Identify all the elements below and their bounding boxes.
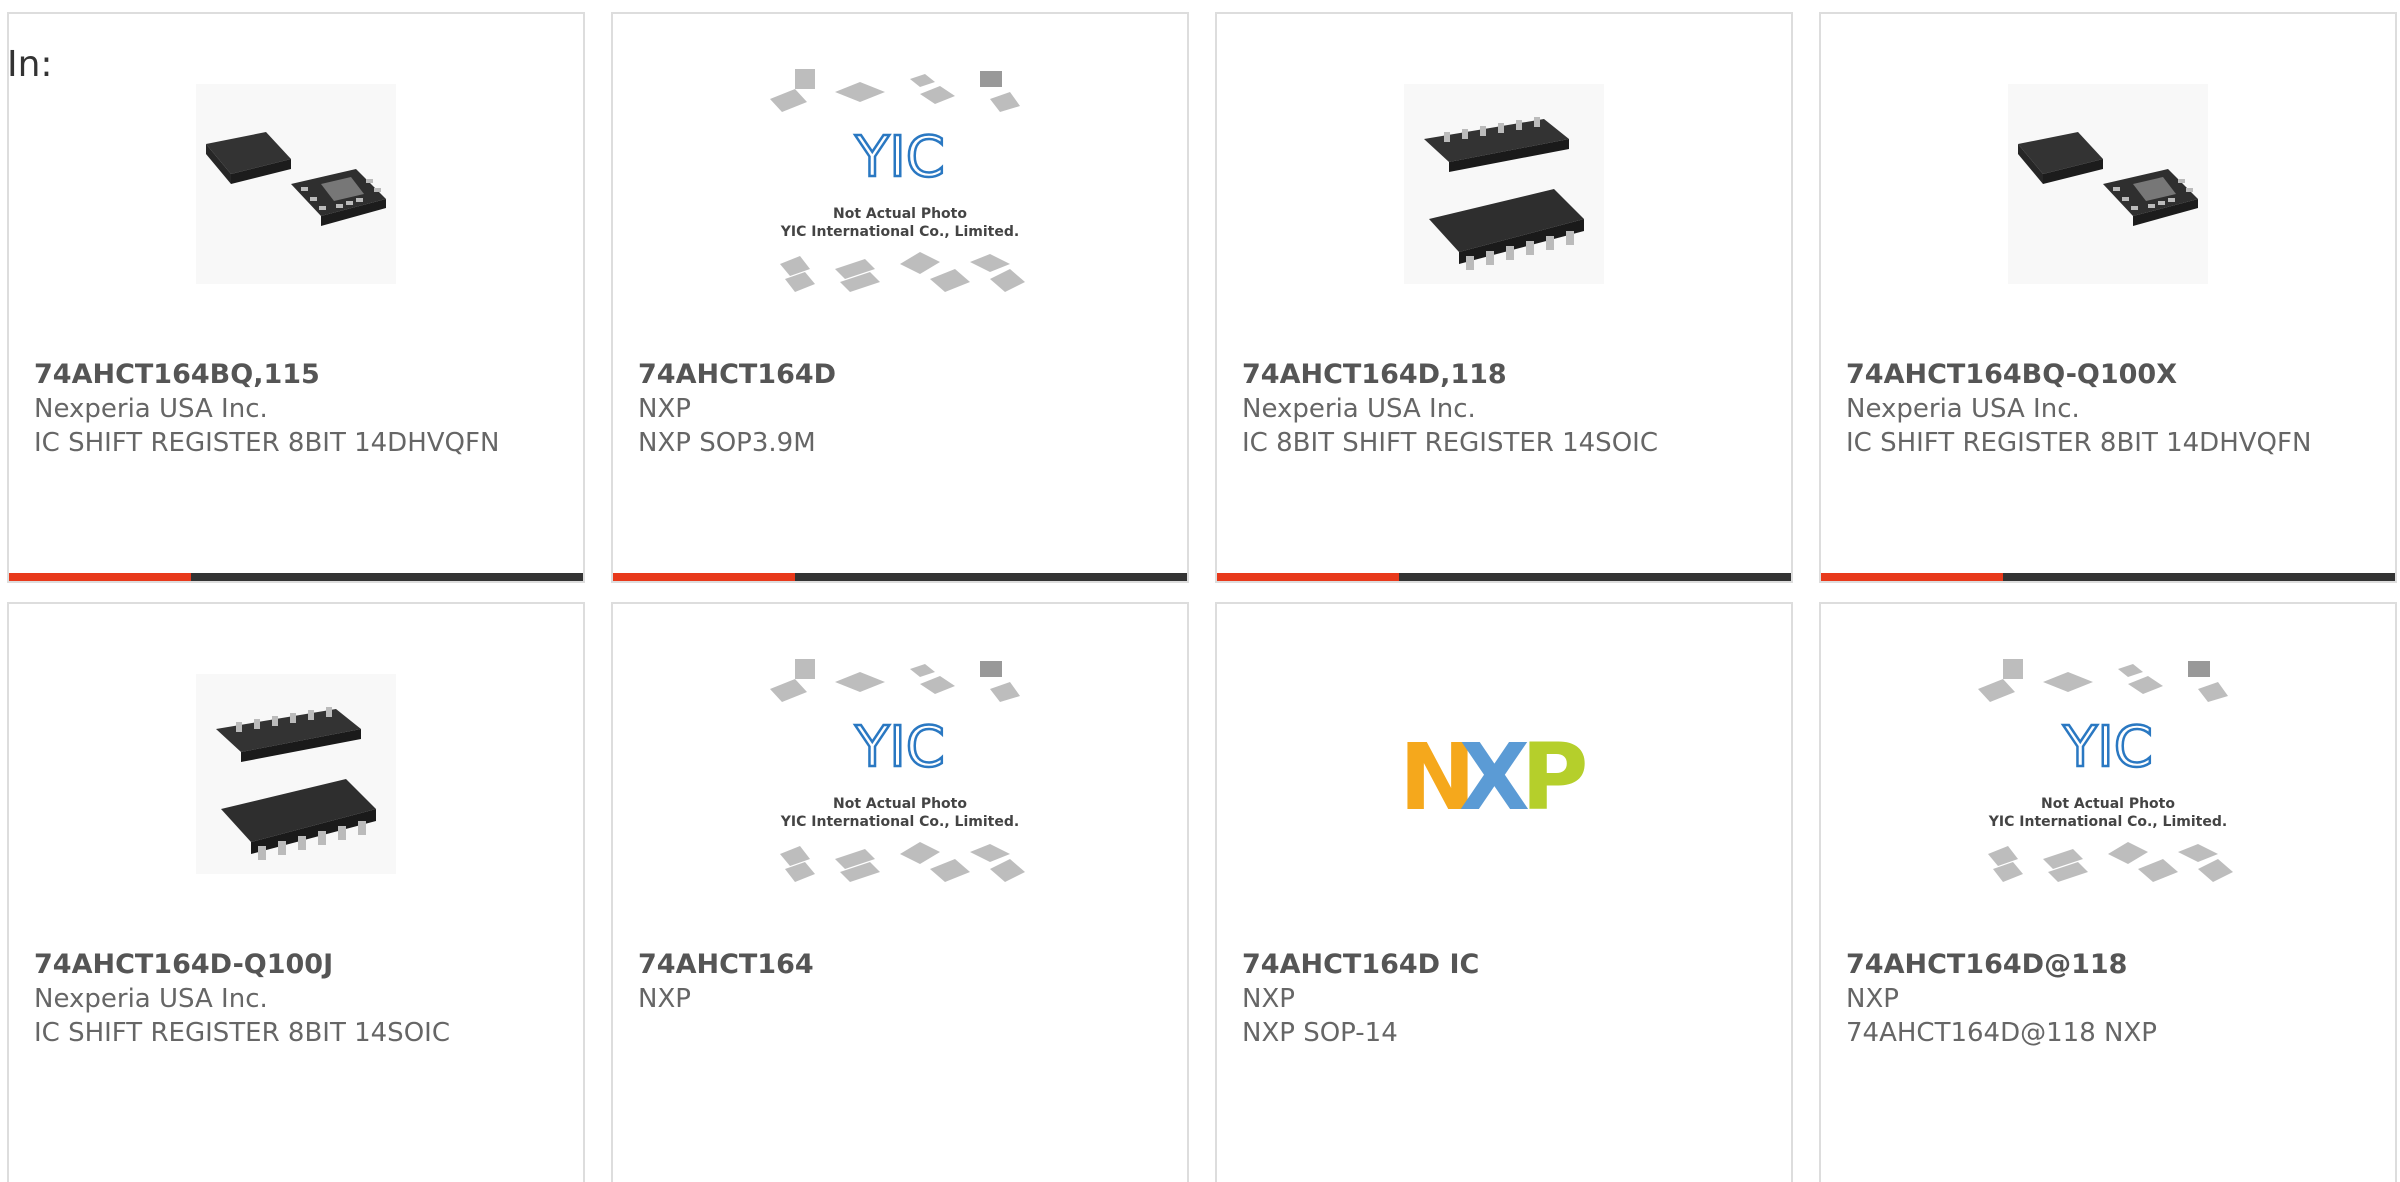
description: IC 8BIT SHIFT REGISTER 14SOIC bbox=[1242, 428, 1658, 458]
part-number[interactable]: 74AHCT164BQ-Q100X bbox=[1846, 358, 2375, 392]
card-bar bbox=[1217, 573, 1791, 581]
manufacturer: Nexperia USA Inc. bbox=[34, 394, 268, 424]
manufacturer: NXP bbox=[1846, 984, 1899, 1014]
product-card[interactable]: 74AHCT164D-Q100J Nexperia USA Inc. IC SH… bbox=[7, 602, 585, 1182]
part-number[interactable]: 74AHCT164D IC bbox=[1242, 948, 1771, 982]
placeholder-line2: YIC International Co., Limited. bbox=[1988, 814, 2227, 830]
product-card[interactable]: 74AHCT164D,118 Nexperia USA Inc. IC 8BIT… bbox=[1215, 12, 1793, 583]
card-bar bbox=[613, 573, 1187, 581]
qfn-chip-image bbox=[2008, 84, 2208, 284]
card-bar-accent bbox=[1217, 573, 1399, 581]
qfn-chip-image bbox=[196, 84, 396, 284]
card-bar bbox=[9, 573, 583, 581]
description: IC SHIFT REGISTER 8BIT 14SOIC bbox=[34, 1018, 450, 1048]
yic-placeholder-image: YIC Not Actual Photo YIC International C… bbox=[1978, 659, 2233, 882]
manufacturer: Nexperia USA Inc. bbox=[34, 984, 268, 1014]
product-card[interactable]: N X P 74AHCT164D IC NXP NXP SOP-14 bbox=[1215, 602, 1793, 1182]
yic-logo: YIC bbox=[2062, 715, 2153, 780]
product-image[interactable] bbox=[9, 674, 583, 874]
product-card[interactable]: YIC Not Actual Photo YIC International C… bbox=[1819, 602, 2397, 1182]
nxp-logo-x: X bbox=[1459, 729, 1530, 819]
description: IC SHIFT REGISTER 8BIT 14DHVQFN bbox=[1846, 428, 2312, 458]
part-number[interactable]: 74AHCT164D@118 bbox=[1846, 948, 2375, 982]
manufacturer: NXP bbox=[1242, 984, 1295, 1014]
product-card[interactable]: 74AHCT164BQ-Q100X Nexperia USA Inc. IC S… bbox=[1819, 12, 2397, 583]
product-image[interactable]: N X P bbox=[1217, 674, 1791, 874]
part-number[interactable]: 74AHCT164D,118 bbox=[1242, 358, 1771, 392]
card-bar bbox=[1821, 573, 2395, 581]
manufacturer: NXP bbox=[638, 394, 691, 424]
card-bar-accent bbox=[613, 573, 795, 581]
yic-placeholder-image: YIC Not Actual Photo YIC International C… bbox=[770, 659, 1025, 882]
part-number[interactable]: 74AHCT164D-Q100J bbox=[34, 948, 563, 982]
manufacturer: NXP bbox=[638, 984, 691, 1014]
part-number[interactable]: 74AHCT164 bbox=[638, 948, 1167, 982]
soic-chip-image bbox=[196, 674, 396, 874]
product-grid: In: 74AHCT164BQ,115 Nexperia USA Inc. IC… bbox=[0, 0, 2400, 1182]
description: NXP SOP-14 bbox=[1242, 1018, 1398, 1048]
nxp-logo-p: P bbox=[1521, 729, 1588, 819]
product-image[interactable]: YIC Not Actual Photo YIC International C… bbox=[613, 69, 1187, 292]
product-image[interactable] bbox=[9, 84, 583, 284]
placeholder-line2: YIC International Co., Limited. bbox=[780, 814, 1019, 830]
in-label: In: bbox=[7, 44, 53, 85]
product-card[interactable]: 74AHCT164BQ,115 Nexperia USA Inc. IC SHI… bbox=[7, 12, 585, 583]
part-number[interactable]: 74AHCT164BQ,115 bbox=[34, 358, 563, 392]
product-image[interactable]: YIC Not Actual Photo YIC International C… bbox=[613, 659, 1187, 882]
yic-logo: YIC bbox=[854, 125, 945, 190]
placeholder-line1: Not Actual Photo bbox=[833, 796, 967, 812]
card-bar-accent bbox=[1821, 573, 2003, 581]
manufacturer: Nexperia USA Inc. bbox=[1242, 394, 1476, 424]
product-image[interactable] bbox=[1821, 84, 2395, 284]
description: NXP SOP3.9M bbox=[638, 428, 816, 458]
yic-placeholder-image: YIC Not Actual Photo YIC International C… bbox=[770, 69, 1025, 292]
product-image[interactable] bbox=[1217, 84, 1791, 284]
nxp-logo-image: N X P bbox=[1399, 729, 1588, 819]
manufacturer: Nexperia USA Inc. bbox=[1846, 394, 2080, 424]
placeholder-line1: Not Actual Photo bbox=[833, 206, 967, 222]
product-image[interactable]: YIC Not Actual Photo YIC International C… bbox=[1821, 659, 2395, 882]
product-card[interactable]: YIC Not Actual Photo YIC International C… bbox=[611, 12, 1189, 583]
yic-logo: YIC bbox=[854, 715, 945, 780]
placeholder-line1: Not Actual Photo bbox=[2041, 796, 2175, 812]
description: 74AHCT164D@118 NXP bbox=[1846, 1018, 2157, 1048]
part-number[interactable]: 74AHCT164D bbox=[638, 358, 1167, 392]
product-card[interactable]: YIC Not Actual Photo YIC International C… bbox=[611, 602, 1189, 1182]
placeholder-line2: YIC International Co., Limited. bbox=[780, 224, 1019, 240]
description: IC SHIFT REGISTER 8BIT 14DHVQFN bbox=[34, 428, 500, 458]
card-bar-accent bbox=[9, 573, 191, 581]
soic-chip-image bbox=[1404, 84, 1604, 284]
